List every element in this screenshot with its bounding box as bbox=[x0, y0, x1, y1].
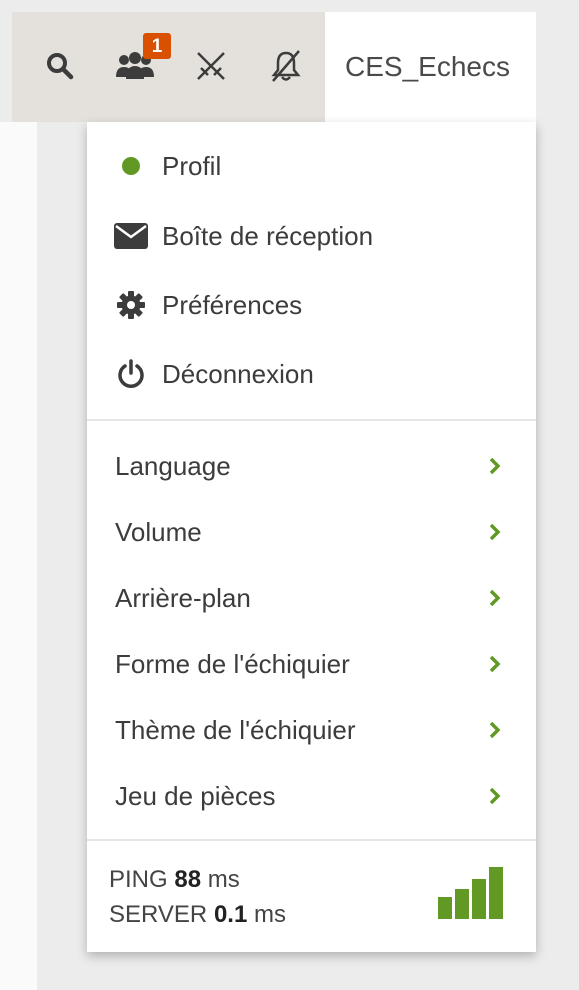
submenu-board-geometry[interactable]: Forme de l'échiquier bbox=[87, 636, 536, 692]
menu-item-label: Préférences bbox=[162, 289, 303, 320]
submenu-label: Forme de l'échiquier bbox=[115, 648, 350, 679]
chevron-right-icon bbox=[489, 523, 501, 541]
envelope-icon bbox=[113, 218, 149, 254]
power-icon bbox=[113, 356, 149, 392]
submenu-label: Thème de l'échiquier bbox=[115, 714, 356, 745]
signal-strength-icon bbox=[438, 867, 503, 919]
server-unit: ms bbox=[253, 901, 286, 928]
chevron-right-icon bbox=[489, 787, 501, 805]
menu-item-logout[interactable]: Déconnexion bbox=[87, 346, 536, 402]
submenu-label: Jeu de pièces bbox=[115, 780, 276, 811]
chevron-right-icon bbox=[489, 721, 501, 739]
chevron-right-icon bbox=[489, 589, 501, 607]
username: CES_Echecs bbox=[345, 51, 510, 82]
menu-divider bbox=[87, 419, 536, 421]
left-panel bbox=[0, 122, 37, 990]
submenu-label: Arrière-plan bbox=[115, 582, 251, 613]
menu-item-preferences[interactable]: Préférences bbox=[87, 277, 536, 333]
signal-bar-2 bbox=[455, 889, 469, 919]
server-line: SERVER 0.1 ms bbox=[109, 897, 286, 932]
menu-item-label: Profil bbox=[162, 150, 222, 181]
user-dropdown-menu: Profil Boîte de réception Préférences Dé… bbox=[87, 122, 536, 952]
submenu-label: Volume bbox=[115, 516, 202, 547]
ping-unit: ms bbox=[207, 866, 240, 893]
menu-divider bbox=[87, 839, 536, 841]
user-menu-toggle[interactable]: CES_Echecs bbox=[325, 12, 536, 122]
submenu-volume[interactable]: Volume bbox=[87, 504, 536, 560]
online-dot-icon bbox=[113, 148, 149, 184]
submenu-piece-set[interactable]: Jeu de pièces bbox=[87, 768, 536, 824]
signal-bar-3 bbox=[472, 879, 486, 919]
ping-label: PING bbox=[109, 866, 168, 893]
search-icon[interactable] bbox=[40, 46, 80, 86]
ping-line: PING 88 ms bbox=[109, 862, 286, 897]
submenu-language[interactable]: Language bbox=[87, 438, 536, 494]
signal-bar-1 bbox=[438, 897, 452, 919]
network-status: PING 88 ms SERVER 0.1 ms bbox=[109, 862, 286, 932]
menu-item-inbox[interactable]: Boîte de réception bbox=[87, 208, 536, 264]
server-value: 0.1 bbox=[213, 901, 248, 928]
menu-item-profil[interactable]: Profil bbox=[87, 138, 536, 194]
ping-value: 88 bbox=[174, 866, 202, 893]
menu-item-label: Boîte de réception bbox=[162, 220, 374, 251]
menu-item-label: Déconnexion bbox=[162, 358, 314, 389]
submenu-board-theme[interactable]: Thème de l'échiquier bbox=[87, 702, 536, 758]
chevron-right-icon bbox=[489, 457, 501, 475]
top-bar-right bbox=[536, 12, 579, 122]
swords-muted-icon[interactable] bbox=[191, 46, 231, 86]
server-label: SERVER bbox=[109, 901, 208, 928]
bell-muted-icon[interactable] bbox=[266, 46, 306, 86]
friends-badge: 1 bbox=[143, 33, 171, 59]
submenu-background[interactable]: Arrière-plan bbox=[87, 570, 536, 626]
signal-bar-4 bbox=[489, 867, 503, 919]
gear-icon bbox=[113, 287, 149, 323]
chevron-right-icon bbox=[489, 655, 501, 673]
submenu-label: Language bbox=[115, 450, 231, 481]
